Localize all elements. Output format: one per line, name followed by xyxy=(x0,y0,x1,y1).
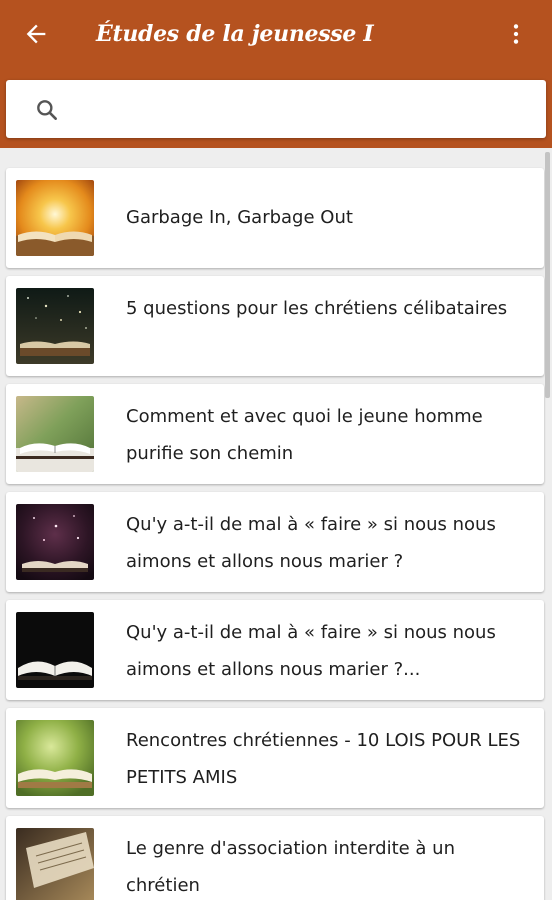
back-button[interactable] xyxy=(14,14,58,54)
article-thumbnail xyxy=(16,720,94,796)
list-item[interactable]: Garbage In, Garbage Out xyxy=(6,168,544,268)
list-item[interactable]: Comment et avec quoi le jeune homme puri… xyxy=(6,384,544,484)
app-bar: Études de la jeunesse I xyxy=(0,0,552,148)
search-input[interactable] xyxy=(78,88,528,130)
article-thumbnail xyxy=(16,504,94,580)
article-thumbnail xyxy=(16,288,94,364)
article-title: Comment et avec quoi le jeune homme puri… xyxy=(126,406,483,464)
more-vert-icon xyxy=(513,24,519,44)
page-title: Études de la jeunesse I xyxy=(96,21,374,47)
article-thumbnail xyxy=(16,612,94,688)
article-title: Le genre d'association interdite à un ch… xyxy=(126,838,455,896)
article-title: Rencontres chrétiennes - 10 LOIS POUR LE… xyxy=(126,730,521,788)
scrollbar[interactable] xyxy=(545,152,550,398)
list-item[interactable]: Le genre d'association interdite à un ch… xyxy=(6,816,544,900)
arrow-left-icon xyxy=(26,24,46,44)
list-item[interactable]: Rencontres chrétiennes - 10 LOIS POUR LE… xyxy=(6,708,544,808)
article-thumbnail xyxy=(16,396,94,472)
article-thumbnail xyxy=(16,828,94,900)
article-title: Garbage In, Garbage Out xyxy=(126,207,353,228)
overflow-menu-button[interactable] xyxy=(494,14,538,54)
list-item[interactable]: 5 questions pour les chrétiens célibatai… xyxy=(6,276,544,376)
search-icon xyxy=(37,100,57,120)
article-list[interactable]: Garbage In, Garbage Out 5 questions pour… xyxy=(0,148,552,900)
list-item[interactable]: Qu'y a-t-il de mal à « faire » si nous n… xyxy=(6,492,544,592)
article-title: 5 questions pour les chrétiens célibatai… xyxy=(126,298,508,319)
article-title: Qu'y a-t-il de mal à « faire » si nous n… xyxy=(126,622,496,680)
article-thumbnail xyxy=(16,180,94,256)
list-item[interactable]: Qu'y a-t-il de mal à « faire » si nous n… xyxy=(6,600,544,700)
article-title: Qu'y a-t-il de mal à « faire » si nous n… xyxy=(126,514,496,572)
search-bar[interactable] xyxy=(6,80,546,138)
